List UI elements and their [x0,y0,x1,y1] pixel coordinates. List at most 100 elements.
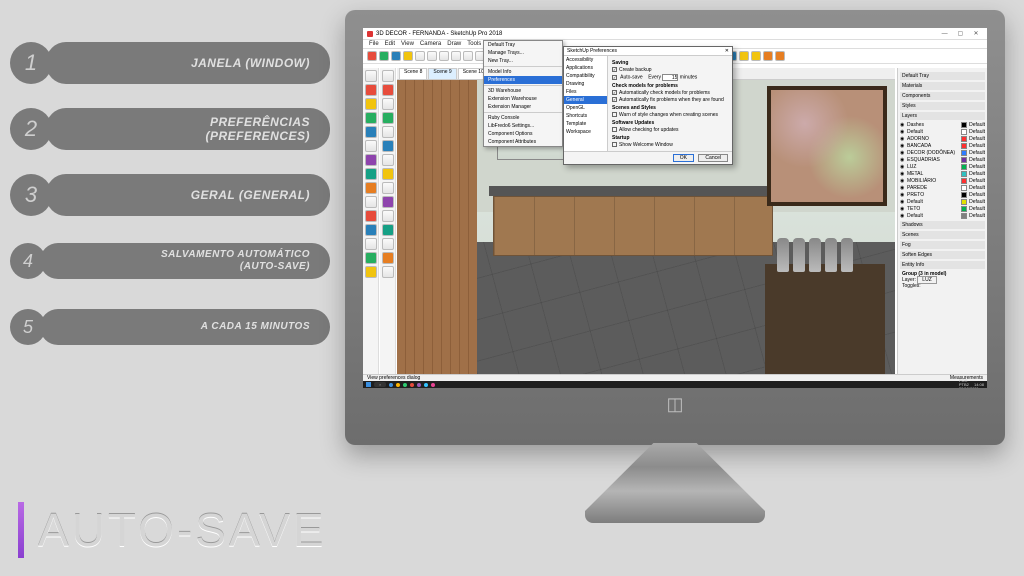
prefs-auto-save[interactable]: Auto-save Every minutes [612,74,728,81]
prefs-autosave-minutes[interactable] [662,74,678,81]
prefs-cat-accessibility[interactable]: Accessibility [564,56,607,64]
layers-list[interactable]: ◉DashesDefault◉DefaultDefault◉ADORNODefa… [900,122,985,219]
tool-icon[interactable] [382,112,394,124]
tool-icon[interactable] [382,84,394,96]
tool-icon[interactable] [365,126,377,138]
default-tray[interactable]: Default Tray Materials Components Styles… [897,68,987,374]
tool-icon[interactable] [382,196,394,208]
tray-panel-materials[interactable]: Materials [900,82,985,90]
tool-icon[interactable] [382,140,394,152]
prefs-category-list[interactable]: Accessibility Applications Compatibility… [564,56,608,151]
layer-row[interactable]: ◉DefaultDefault [900,213,985,219]
maximize-icon[interactable]: ▢ [953,30,967,37]
menu-draw[interactable]: Draw [447,41,461,47]
minimize-icon[interactable]: — [938,31,952,37]
layer-row[interactable]: ◉TETODefault [900,206,985,212]
tool-select-icon[interactable] [365,70,377,82]
tool-icon[interactable] [415,51,425,61]
tool-icon[interactable] [751,51,761,61]
prefs-cancel-button[interactable]: Cancel [698,154,728,162]
tool-icon[interactable] [365,238,377,250]
prefs-cat-general[interactable]: General [564,96,607,104]
dialog-close-icon[interactable]: ✕ [725,48,729,54]
menuitem-manage-trays[interactable]: Manage Trays... [484,49,562,57]
layer-row[interactable]: ◉PRETODefault [900,192,985,198]
layer-row[interactable]: ◉DefaultDefault [900,129,985,135]
scene-tab[interactable]: Scene 9 [428,68,456,79]
tool-icon[interactable] [439,51,449,61]
layer-row[interactable]: ◉DashesDefault [900,122,985,128]
layer-row[interactable]: ◉ESQUADRIASDefault [900,157,985,163]
taskbar-app-icon[interactable] [403,383,407,387]
layer-row[interactable]: ◉METALDefault [900,171,985,177]
tool-icon[interactable] [365,98,377,110]
tool-icon[interactable] [365,266,377,278]
menuitem-preferences[interactable]: Preferences [484,76,562,84]
window-menu-dropdown[interactable]: Default Tray Manage Trays... New Tray...… [483,40,563,147]
tool-icon[interactable] [403,51,413,61]
checkbox-icon[interactable] [612,112,617,117]
checkbox-icon[interactable] [612,75,617,80]
prefs-cat-opengl[interactable]: OpenGL [564,104,607,112]
menuitem-comp-options[interactable]: Component Options [484,130,562,138]
toolbar-left-b[interactable] [380,68,396,374]
layer-row[interactable]: ◉BANCADADefault [900,143,985,149]
tool-icon[interactable] [382,98,394,110]
prefs-auto-check[interactable]: Automatically check models for problems [612,90,728,96]
checkbox-icon[interactable] [612,97,617,102]
taskbar-app-icon[interactable] [431,383,435,387]
tool-icon[interactable] [382,252,394,264]
menuitem-3d-warehouse[interactable]: 3D Warehouse [484,87,562,95]
layer-row[interactable]: ◉ADORNODefault [900,136,985,142]
layer-row[interactable]: ◉DefaultDefault [900,199,985,205]
tool-icon[interactable] [382,182,394,194]
tool-icon[interactable] [382,154,394,166]
menu-camera[interactable]: Camera [420,41,441,47]
menu-edit[interactable]: Edit [385,41,395,47]
prefs-cat-compatibility[interactable]: Compatibility [564,72,607,80]
checkbox-icon[interactable] [612,90,617,95]
tool-icon[interactable] [367,51,377,61]
prefs-create-backup[interactable]: Create backup [612,67,728,73]
tool-icon[interactable] [365,154,377,166]
tool-icon[interactable] [365,224,377,236]
prefs-ok-button[interactable]: OK [673,154,694,162]
tool-icon[interactable] [463,51,473,61]
tool-icon[interactable] [382,266,394,278]
tool-icon[interactable] [365,182,377,194]
menuitem-default-tray[interactable]: Default Tray [484,41,562,49]
menu-view[interactable]: View [401,41,414,47]
taskbar-app-icon[interactable] [396,383,400,387]
checkbox-icon[interactable] [612,127,617,132]
prefs-cat-workspace[interactable]: Workspace [564,128,607,136]
tool-icon[interactable] [382,224,394,236]
layer-row[interactable]: ◉LUZDefault [900,164,985,170]
layer-row[interactable]: ◉PAREDEDefault [900,185,985,191]
windows-taskbar[interactable]: ⌕ POR PTB2 14:08 28/10/2021 [363,381,987,388]
prefs-warn-style[interactable]: Warn of style changes when creating scen… [612,112,728,118]
prefs-cat-template[interactable]: Template [564,120,607,128]
prefs-cat-shortcuts[interactable]: Shortcuts [564,112,607,120]
menu-tools[interactable]: Tools [467,41,481,47]
tray-panel-scenes[interactable]: Scenes [900,231,985,239]
tray-panel-fog[interactable]: Fog [900,241,985,249]
menuitem-model-info[interactable]: Model Info [484,68,562,76]
taskbar-search[interactable]: ⌕ [374,382,386,387]
tool-icon[interactable] [382,70,394,82]
tray-panel-soften[interactable]: Soften Edges [900,251,985,259]
tool-icon[interactable] [451,51,461,61]
prefs-cat-drawing[interactable]: Drawing [564,80,607,88]
menuitem-libfredo[interactable]: LibFredo6 Settings... [484,122,562,130]
scene-tab[interactable]: Scene 8 [399,68,427,79]
menuitem-comp-attrs[interactable]: Component Attributes [484,138,562,146]
tool-icon[interactable] [365,140,377,152]
tool-icon[interactable] [365,84,377,96]
taskbar-app-icon[interactable] [417,383,421,387]
tray-panel-layers[interactable]: Layers [900,112,985,120]
checkbox-icon[interactable] [612,67,617,72]
tool-icon[interactable] [763,51,773,61]
taskbar-app-icon[interactable] [389,383,393,387]
tray-panel-entity[interactable]: Entity Info [900,261,985,269]
tool-icon[interactable] [382,210,394,222]
tool-icon[interactable] [382,168,394,180]
